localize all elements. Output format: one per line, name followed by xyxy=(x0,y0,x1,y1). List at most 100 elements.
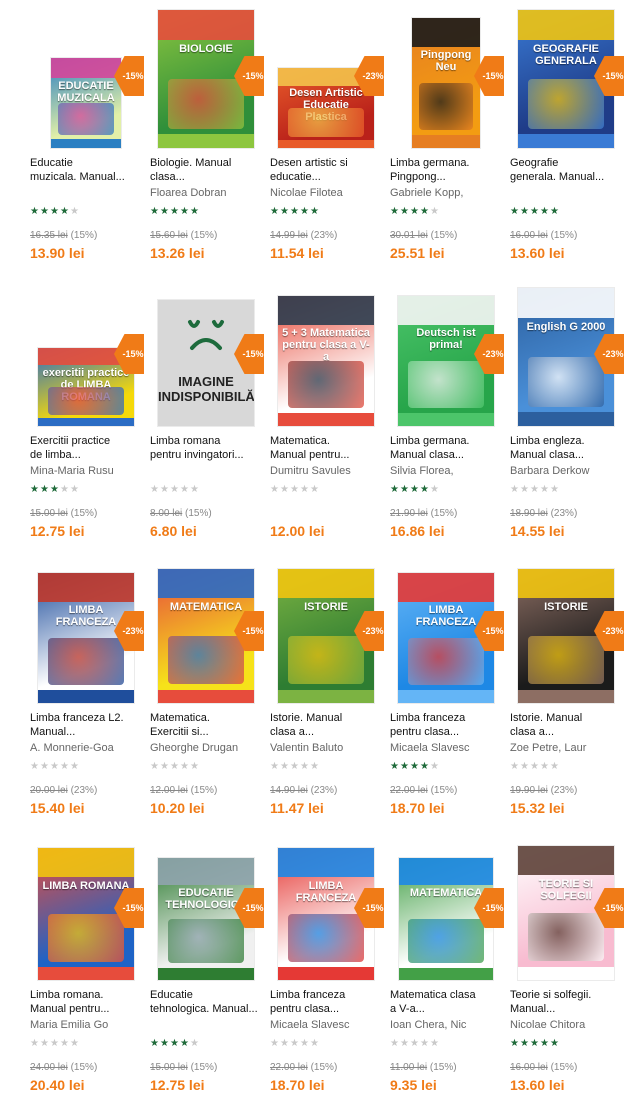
star-icon: ★ xyxy=(160,761,169,772)
book-cover-link[interactable]: 5 + 3 Matematica pentru clasa a V-a xyxy=(270,288,382,426)
cover-footer xyxy=(518,134,614,148)
product-card[interactable]: IMAGINE INDISPONIBILĂ -15% Limba romana pent… xyxy=(150,288,264,558)
book-cover-link[interactable]: Desen Artistic Educatie Plastica-23% xyxy=(270,10,384,148)
book-cover-link[interactable]: BIOLOGIE -15% xyxy=(150,10,264,148)
product-card[interactable]: LIMBA ROMANA -15% Limba romana. Manual pent… xyxy=(30,842,144,1112)
cover-band xyxy=(158,10,254,41)
product-card[interactable]: EDUCATIE MUZICALA -15% Educatie muzicala. M… xyxy=(30,10,144,280)
old-price: 16.00 lei (15%) xyxy=(510,230,577,241)
product-card[interactable]: LIMBA FRANCEZA -15% Limba franceza pentru c… xyxy=(270,842,384,1112)
book-cover-link[interactable]: EDUCATIE TEHNOLOGICA -15% xyxy=(150,842,264,980)
current-price: 13.60 lei xyxy=(510,245,565,261)
product-card[interactable]: exercitii practice de LIMBA ROMANA-15% Ex… xyxy=(30,288,144,558)
old-price: 8.00 lei (15%) xyxy=(150,508,212,519)
product-card[interactable]: ISTORIE -23% Istorie. Manual clasa a... Zoe … xyxy=(510,565,624,835)
book-cover-link[interactable]: Deutsch ist prima! -23% xyxy=(390,288,504,426)
product-title-link[interactable]: Limba engleza. Manual clasa... xyxy=(510,434,622,462)
product-card[interactable]: English G 2000 -23% Limba engleza. Manual c… xyxy=(510,288,624,558)
product-card[interactable]: LIMBA FRANCEZA -23% Limba franceza L2. Manu… xyxy=(30,565,144,835)
product-card[interactable]: LIMBA FRANCEZA -15% Limba franceza pentru c… xyxy=(390,565,504,835)
star-icon: ★ xyxy=(390,761,399,772)
product-title-link[interactable]: Educatie muzicala. Manual... xyxy=(30,156,142,184)
product-card[interactable]: BIOLOGIE -15% Biologie. Manual clasa... Floa… xyxy=(150,10,264,280)
product-title-link[interactable]: Exercitii practice de limba... xyxy=(30,434,142,462)
product-title-link[interactable]: Teorie si solfegii. Manual... xyxy=(510,988,622,1016)
book-cover-link[interactable]: TEORIE SI SOLFEGII -15% xyxy=(510,842,624,980)
product-title-link[interactable]: Limba romana pentru invingatori... xyxy=(150,434,262,462)
old-price-value: 16.00 lei xyxy=(510,1062,548,1073)
product-card[interactable]: Desen Artistic Educatie Plastica-23% Dese… xyxy=(270,10,384,280)
star-icon: ★ xyxy=(410,1038,419,1049)
product-title-link[interactable]: Biologie. Manual clasa... xyxy=(150,156,262,184)
book-cover-link[interactable]: Pingpong Neu -15% xyxy=(390,10,504,148)
book-cover-link[interactable]: LIMBA FRANCEZA -15% xyxy=(270,842,384,980)
cover-band xyxy=(278,296,374,325)
product-title-link[interactable]: Limba franceza pentru clasa... xyxy=(270,988,382,1016)
cover-footer xyxy=(399,967,493,980)
discount-percent: (15%) xyxy=(190,785,218,796)
product-title-link[interactable]: Desen artistic si educatie... xyxy=(270,156,382,184)
product-title-link[interactable]: Matematica. Exercitii si... xyxy=(150,711,262,739)
book-cover-link[interactable]: MATEMATICA -15% xyxy=(150,565,264,703)
star-icon: ★ xyxy=(180,1038,189,1049)
star-icon: ★ xyxy=(290,761,299,772)
product-title-link[interactable]: Istorie. Manual clasa a... xyxy=(510,711,622,739)
book-cover-link[interactable]: IMAGINE INDISPONIBILĂ -15% xyxy=(150,288,264,426)
product-title-link[interactable]: Limba germana. Manual clasa... xyxy=(390,434,502,462)
product-card[interactable]: MATEMATICA -15% Matematica. Exercitii si...… xyxy=(150,565,264,835)
old-price-value: 16.00 lei xyxy=(510,230,548,241)
product-title-link[interactable]: Matematica clasa a V-a... xyxy=(390,988,502,1016)
book-cover-link[interactable]: LIMBA FRANCEZA -23% xyxy=(30,565,144,703)
cover-illustration xyxy=(287,108,365,137)
product-author: Gheorghe Drugan xyxy=(150,742,239,754)
current-price: 15.40 lei xyxy=(30,800,85,816)
old-price-value: 15.00 lei xyxy=(150,1062,188,1073)
book-cover-link[interactable]: MATEMATICA -15% xyxy=(390,842,504,980)
star-icon: ★ xyxy=(550,206,559,217)
product-card[interactable]: Deutsch ist prima! -23% Limba germana. Manu… xyxy=(390,288,504,558)
product-card[interactable]: Pingpong Neu -15% Limba germana. Pingpong..… xyxy=(390,10,504,280)
product-title-link[interactable]: Matematica. Manual pentru... xyxy=(270,434,382,462)
product-title-link[interactable]: Limba germana. Pingpong... xyxy=(390,156,502,184)
product-title-line: Limba franceza xyxy=(270,989,346,1001)
product-card[interactable]: GEOGRAFIE GENERALA -15% Geografie generala.… xyxy=(510,10,624,280)
rating-stars: ★ ★ ★ ★ ★ xyxy=(30,485,79,495)
star-icon: ★ xyxy=(430,206,439,217)
book-cover-link[interactable]: ISTORIE -23% xyxy=(270,565,384,703)
old-price-value: 18.90 lei xyxy=(510,508,548,519)
product-card[interactable]: 5 + 3 Matematica pentru clasa a V-a Matem… xyxy=(270,288,382,558)
rating-stars: ★ ★ ★ ★ ★ xyxy=(270,207,319,217)
product-title-line: muzicala. Manual... xyxy=(30,171,125,183)
product-card[interactable]: ISTORIE -23% Istorie. Manual clasa a... Vale… xyxy=(270,565,384,835)
book-cover-link[interactable]: LIMBA ROMANA -15% xyxy=(30,842,144,980)
star-icon: ★ xyxy=(270,484,279,495)
product-card[interactable]: EDUCATIE TEHNOLOGICA -15% Educatie tehnolog… xyxy=(150,842,264,1112)
product-title-link[interactable]: Limba franceza pentru clasa... xyxy=(390,711,502,739)
book-cover-link[interactable]: EDUCATIE MUZICALA -15% xyxy=(30,10,144,148)
product-author: Micaela Slavesc xyxy=(270,1019,350,1031)
product-card[interactable]: MATEMATICA -15% Matematica clasa a V-a... Io… xyxy=(390,842,504,1112)
book-cover-link[interactable]: GEOGRAFIE GENERALA -15% xyxy=(510,10,624,148)
product-title-link[interactable]: Limba franceza L2. Manual... xyxy=(30,711,142,739)
star-icon: ★ xyxy=(550,484,559,495)
star-icon: ★ xyxy=(30,484,39,495)
book-cover-link[interactable]: LIMBA FRANCEZA -15% xyxy=(390,565,504,703)
cover-title: EDUCATIE MUZICALA xyxy=(57,79,115,104)
product-title-link[interactable]: Educatie tehnologica. Manual... xyxy=(150,988,262,1016)
product-title-link[interactable]: Geografie generala. Manual... xyxy=(510,156,622,184)
book-cover-link[interactable]: English G 2000 -23% xyxy=(510,288,624,426)
book-cover-link[interactable]: exercitii practice de LIMBA ROMANA-15% xyxy=(30,288,144,426)
book-cover-link[interactable]: ISTORIE -23% xyxy=(510,565,624,703)
star-icon: ★ xyxy=(540,484,549,495)
product-card[interactable]: TEORIE SI SOLFEGII -15% Teorie si solfegii… xyxy=(510,842,624,1112)
product-title-link[interactable]: Limba romana. Manual pentru... xyxy=(30,988,142,1016)
old-price-value: 11.00 lei xyxy=(390,1062,428,1073)
product-author: Mina-Maria Rusu xyxy=(30,465,114,477)
star-icon: ★ xyxy=(510,206,519,217)
current-price: 16.86 lei xyxy=(390,523,445,539)
product-title-link[interactable]: Istorie. Manual clasa a... xyxy=(270,711,382,739)
old-price-value: 22.00 lei xyxy=(390,785,428,796)
star-icon: ★ xyxy=(310,1038,319,1049)
product-title-line: Istorie. Manual xyxy=(270,712,343,724)
discount-percent: (15%) xyxy=(190,230,218,241)
